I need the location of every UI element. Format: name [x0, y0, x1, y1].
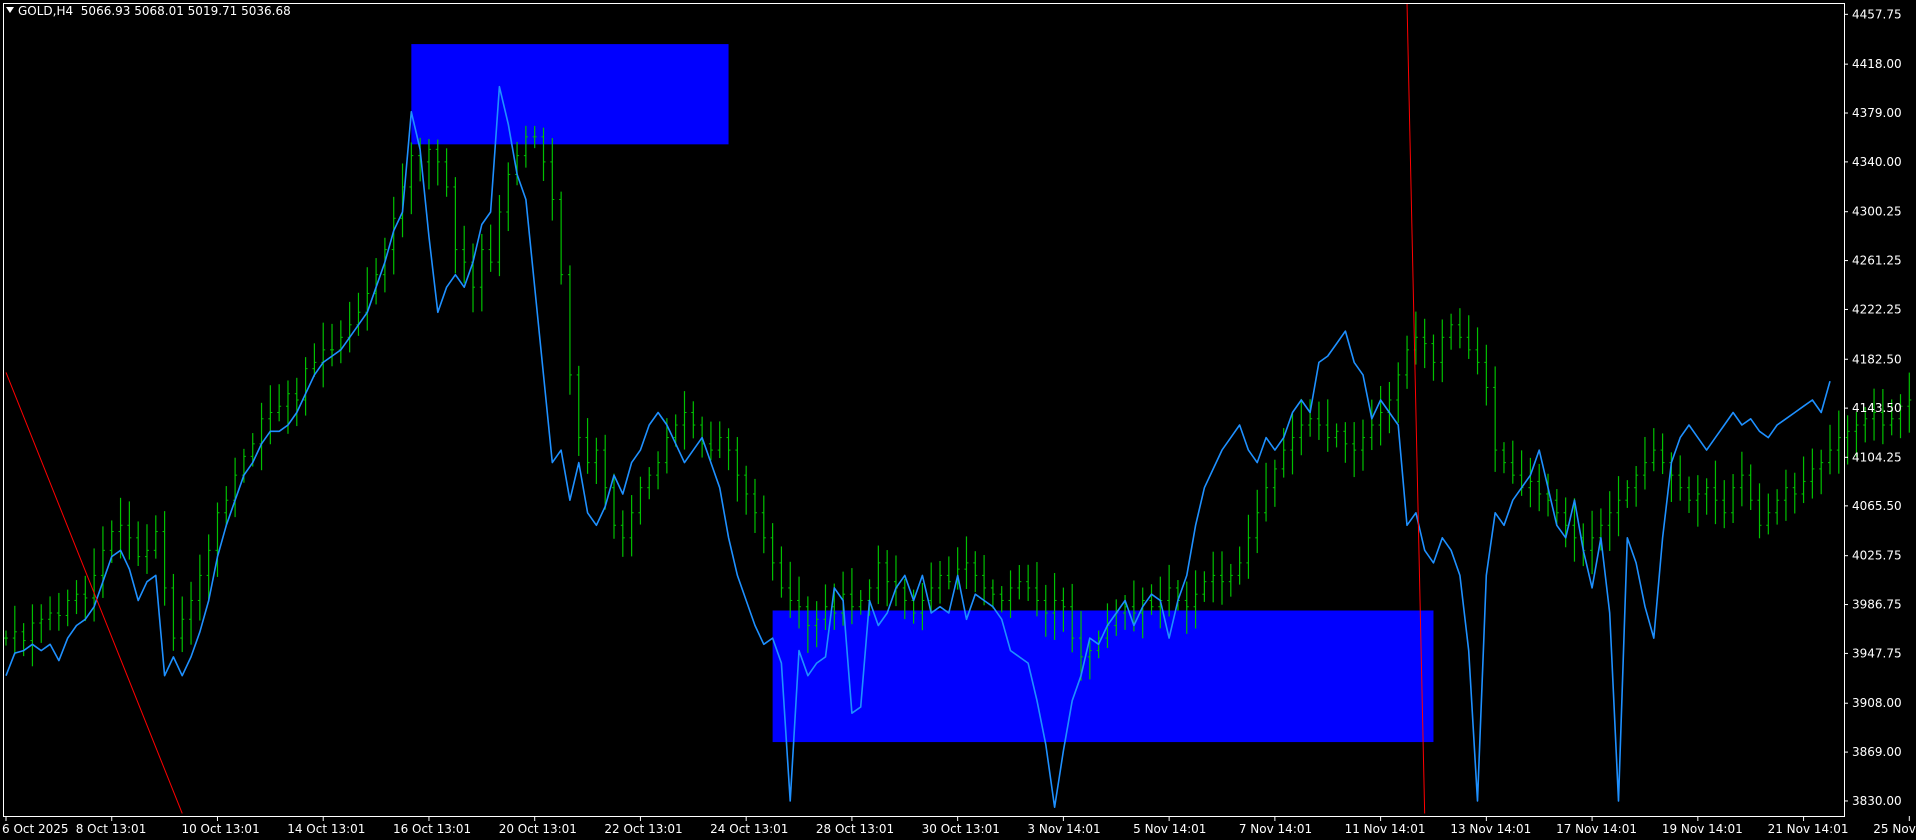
- x-tick-label: 7 Nov 14:01: [1239, 822, 1312, 836]
- x-tick-label: 28 Oct 13:01: [816, 822, 894, 836]
- x-tick-label: 19 Nov 14:01: [1662, 822, 1743, 836]
- x-tick-label: 25 Nov 14:01: [1873, 822, 1916, 836]
- x-tick-label: 6 Oct 2025: [2, 822, 69, 836]
- y-tick-label: 3830.00: [1852, 794, 1902, 808]
- x-tick-label: 16 Oct 13:01: [393, 822, 471, 836]
- chart-header[interactable]: GOLD,H4 5066.93 5068.01 5019.71 5036.68: [6, 4, 291, 18]
- x-tick-label: 21 Nov 14:01: [1768, 822, 1849, 836]
- x-tick-label: 22 Oct 13:01: [604, 822, 682, 836]
- y-tick-label: 4457.75: [1852, 7, 1902, 21]
- y-tick-label: 3908.00: [1852, 696, 1902, 710]
- y-tick-label: 3986.75: [1852, 598, 1902, 612]
- y-tick-label: 4340.00: [1852, 155, 1902, 169]
- ohlc-values: 5066.93 5068.01 5019.71 5036.68: [80, 4, 291, 18]
- zone-rect-0: [411, 44, 729, 145]
- y-tick-label: 4025.75: [1852, 549, 1902, 563]
- x-tick-label: 20 Oct 13:01: [499, 822, 577, 836]
- zone-rect-1: [772, 610, 1434, 743]
- x-tick-label: 13 Nov 14:01: [1450, 822, 1531, 836]
- x-tick-label: 10 Oct 13:01: [181, 822, 259, 836]
- x-tick-label: 11 Nov 14:01: [1345, 822, 1426, 836]
- x-tick-label: 3 Nov 14:01: [1027, 822, 1100, 836]
- y-tick-label: 4300.25: [1852, 205, 1902, 219]
- x-tick-label: 30 Oct 13:01: [922, 822, 1000, 836]
- y-tick-label: 4222.25: [1852, 302, 1902, 316]
- x-tick-label: 8 Oct 13:01: [76, 822, 147, 836]
- y-tick-label: 4418.00: [1852, 57, 1902, 71]
- y-tick-label: 3869.00: [1852, 745, 1902, 759]
- y-tick-label: 4065.50: [1852, 499, 1902, 513]
- y-tick-label: 4182.50: [1852, 352, 1902, 366]
- symbol-label: GOLD,H4: [18, 4, 74, 18]
- x-tick-label: 24 Oct 13:01: [710, 822, 788, 836]
- x-tick-label: 5 Nov 14:01: [1133, 822, 1206, 836]
- y-tick-label: 3947.75: [1852, 646, 1902, 660]
- y-tick-label: 4379.00: [1852, 106, 1902, 120]
- x-tick-label: 14 Oct 13:01: [287, 822, 365, 836]
- y-tick-label: 4261.25: [1852, 254, 1902, 268]
- y-tick-label: 4143.50: [1852, 401, 1902, 415]
- menu-triangle-icon[interactable]: [6, 7, 14, 13]
- y-tick-label: 4104.25: [1852, 450, 1902, 464]
- price-chart[interactable]: 4457.75 4418.00 4379.00 4340.00 4300.25 4261.…: [0, 0, 1916, 840]
- x-tick-label: 17 Nov 14:01: [1556, 822, 1637, 836]
